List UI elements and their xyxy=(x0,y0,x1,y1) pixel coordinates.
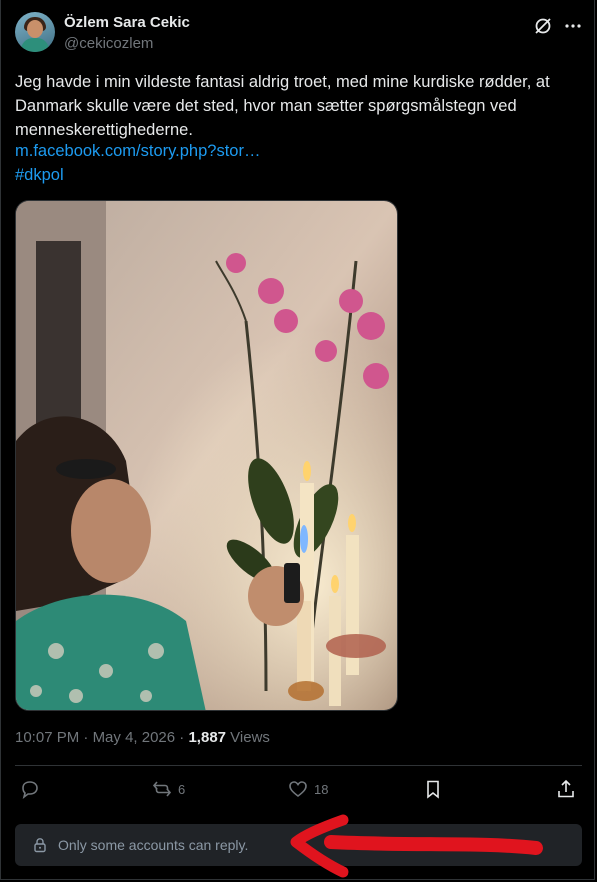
views-label: Views xyxy=(226,729,270,746)
reply-button[interactable] xyxy=(20,775,46,803)
more-icon[interactable] xyxy=(563,16,583,36)
divider xyxy=(15,765,582,766)
share-icon xyxy=(558,779,574,798)
tweet-time[interactable]: 10:07 PM xyxy=(15,729,79,746)
bookmark-icon xyxy=(427,780,439,799)
bookmark-button[interactable] xyxy=(423,775,449,803)
tweet-photo[interactable] xyxy=(15,200,398,711)
grok-icon[interactable] xyxy=(533,16,553,36)
avatar-face xyxy=(27,20,43,38)
photo-illustration xyxy=(16,201,397,710)
reply-restriction-label: Only some accounts can reply. xyxy=(58,837,249,853)
avatar-body xyxy=(21,38,49,52)
views-count: 1,887 xyxy=(188,729,227,746)
avatar[interactable] xyxy=(15,12,55,52)
retweet-icon xyxy=(152,781,172,797)
like-icon xyxy=(289,781,307,798)
author-handle[interactable]: @cekicozlem xyxy=(64,35,153,52)
like-count: 18 xyxy=(314,781,329,797)
meta-separator: · xyxy=(175,729,189,746)
tweet-header: Özlem Sara Cekic @cekicozlem xyxy=(15,12,583,56)
tweet-hashtag[interactable]: #dkpol xyxy=(15,166,64,185)
share-button[interactable] xyxy=(556,775,582,803)
tweet-date[interactable]: May 4, 2026 xyxy=(93,729,176,746)
retweet-button[interactable]: 6 xyxy=(152,775,185,803)
author-name[interactable]: Özlem Sara Cekic xyxy=(64,14,190,31)
tweet-card: Özlem Sara Cekic @cekicozlem Jeg havde i… xyxy=(0,0,595,880)
tweet-meta: 10:07 PM · May 4, 2026 · 1,887 Views xyxy=(15,729,270,746)
reply-icon xyxy=(22,781,38,799)
action-bar: 6 18 xyxy=(15,775,583,803)
retweet-count: 6 xyxy=(178,781,186,797)
tweet-link[interactable]: m.facebook.com/story.php?stor… xyxy=(15,142,260,161)
red-arrow-annotation xyxy=(290,814,543,878)
meta-separator: · xyxy=(79,729,93,746)
like-button[interactable]: 18 xyxy=(288,775,328,803)
lock-icon xyxy=(34,838,46,853)
tweet-text: Jeg havde i min vildeste fantasi aldrig … xyxy=(15,73,550,139)
